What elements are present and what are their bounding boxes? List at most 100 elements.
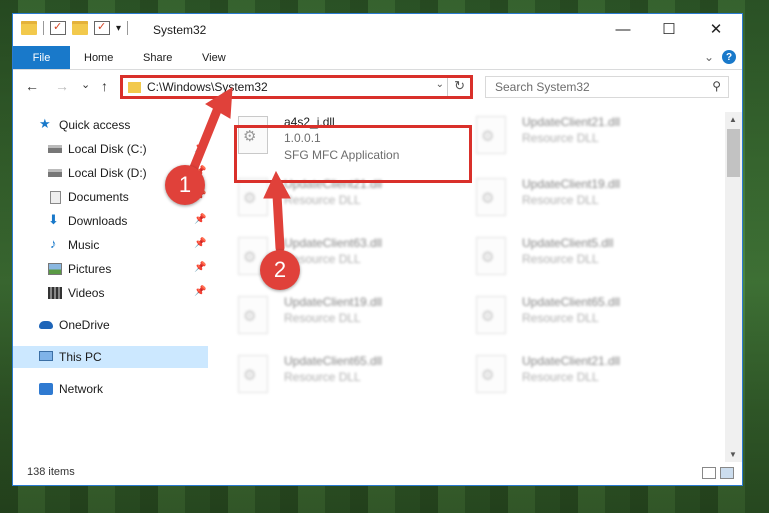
sidebar-item-videos[interactable]: Videos 📌	[13, 282, 208, 304]
scroll-down-icon[interactable]: ▼	[729, 450, 737, 459]
file-name: UpdateClient21.dll	[522, 115, 621, 129]
file-name: UpdateClient5.dll	[522, 236, 614, 250]
back-icon[interactable]: ←	[25, 78, 39, 94]
dll-file-icon	[238, 296, 268, 334]
maximize-button[interactable]: ☐	[646, 14, 692, 44]
file-item[interactable]: UpdateClient5.dll Resource DLL	[472, 233, 697, 289]
ribbon-controls: ⌄ ?	[704, 50, 736, 64]
step-2-badge: 2	[260, 250, 300, 290]
quick-access-toolbar: ▾	[21, 20, 129, 35]
search-input[interactable]: Search System32 ⚲	[485, 76, 729, 98]
navigation-bar: ← → ⌄ ↑ C:\Windows\System32 ⌄ ↻ Search S…	[13, 72, 742, 102]
disk-icon	[48, 169, 62, 177]
search-icon[interactable]: ⚲	[712, 79, 721, 93]
sidebar-item-onedrive[interactable]: OneDrive	[13, 314, 208, 336]
step-1-badge: 1	[165, 165, 205, 205]
expand-ribbon-icon[interactable]: ⌄	[704, 50, 714, 64]
tab-share[interactable]: Share	[143, 46, 172, 69]
documents-icon	[50, 191, 61, 204]
file-item[interactable]: UpdateClient21.dll Resource DLL	[472, 351, 697, 407]
sidebar-item-downloads[interactable]: ⬇ Downloads 📌	[13, 210, 208, 232]
tab-home[interactable]: Home	[84, 46, 113, 69]
file-description: Resource DLL	[284, 311, 361, 325]
sidebar-item-quick-access[interactable]: ★ Quick access	[13, 114, 208, 136]
sidebar-item-this-pc[interactable]: This PC	[13, 346, 208, 368]
file-item[interactable]: UpdateClient19.dll Resource DLL	[472, 174, 697, 230]
sidebar-item-local-disk-c[interactable]: Local Disk (C:) 📌	[13, 138, 208, 160]
tab-file[interactable]: File	[13, 46, 70, 69]
sidebar-item-label: Local Disk (C:)	[68, 142, 147, 156]
scroll-thumb[interactable]	[727, 129, 740, 177]
navigation-pane: ★ Quick access Local Disk (C:) 📌 Local D…	[13, 112, 208, 462]
file-name: UpdateClient65.dll	[284, 354, 383, 368]
dll-file-icon	[476, 237, 506, 275]
refresh-icon[interactable]: ↻	[454, 78, 465, 94]
dll-file-icon	[238, 355, 268, 393]
download-icon: ⬇	[48, 212, 59, 227]
pin-icon[interactable]: 📌	[194, 214, 206, 225]
title-bar: ▾ System32 — ☐ ✕	[13, 14, 742, 46]
file-item[interactable]: UpdateClient19.dll Resource DLL	[234, 292, 459, 348]
window-title: System32	[153, 23, 207, 37]
dll-file-icon	[476, 116, 506, 154]
scroll-up-icon[interactable]: ▲	[729, 115, 737, 124]
file-description: Resource DLL	[522, 131, 599, 145]
sidebar-item-music[interactable]: ♪ Music 📌	[13, 234, 208, 256]
file-description: Resource DLL	[284, 193, 361, 207]
pin-icon[interactable]: 📌	[194, 262, 206, 273]
computer-icon	[39, 351, 53, 361]
file-item[interactable]: UpdateClient65.dll Resource DLL	[234, 351, 459, 407]
pin-icon[interactable]: 📌	[194, 238, 206, 249]
new-folder-icon[interactable]	[72, 21, 88, 35]
large-icons-view-icon[interactable]	[720, 467, 734, 479]
sidebar-item-label: Network	[59, 382, 104, 396]
sidebar-item-network[interactable]: Network	[13, 378, 208, 400]
close-button[interactable]: ✕	[693, 14, 739, 44]
address-bar[interactable]: C:\Windows\System32 ⌄ ↻	[120, 75, 473, 99]
file-highlight-box	[234, 125, 472, 183]
toolbar-divider	[43, 21, 44, 35]
file-name: UpdateClient19.dll	[284, 295, 383, 309]
file-description: Resource DLL	[522, 370, 599, 384]
file-description: Resource DLL	[522, 311, 599, 325]
sidebar-item-label: Pictures	[68, 262, 112, 276]
address-path[interactable]: C:\Windows\System32	[147, 80, 268, 94]
recent-locations-icon[interactable]: ⌄	[81, 78, 90, 91]
sidebar-item-label: Documents	[68, 190, 129, 204]
pictures-icon	[48, 263, 62, 275]
item-count: 138 items	[27, 466, 75, 478]
customize-icon[interactable]	[94, 20, 110, 35]
dll-file-icon	[476, 296, 506, 334]
details-view-icon[interactable]	[702, 467, 716, 479]
network-icon	[39, 383, 53, 395]
file-item[interactable]: UpdateClient21.dll Resource DLL	[472, 112, 697, 168]
file-description: Resource DLL	[522, 193, 599, 207]
help-icon[interactable]: ?	[722, 50, 736, 64]
file-name: UpdateClient21.dll	[522, 354, 621, 368]
file-description: Resource DLL	[522, 252, 599, 266]
music-icon: ♪	[50, 236, 57, 251]
sidebar-item-label: This PC	[59, 350, 102, 364]
vertical-scrollbar[interactable]: ▲ ▼	[725, 112, 742, 462]
cloud-icon	[39, 321, 53, 329]
sidebar-item-label: OneDrive	[59, 318, 110, 332]
file-name: UpdateClient19.dll	[522, 177, 621, 191]
star-icon: ★	[39, 116, 51, 131]
sidebar-item-label: Local Disk (D:)	[68, 166, 147, 180]
ribbon-tabs: File Home Share View ⌄ ?	[13, 46, 742, 70]
up-icon[interactable]: ↑	[101, 78, 108, 94]
file-description: Resource DLL	[284, 370, 361, 384]
sidebar-item-label: Videos	[68, 286, 105, 300]
tab-view[interactable]: View	[202, 46, 226, 69]
sidebar-item-label: Quick access	[59, 118, 131, 132]
file-name: UpdateClient63.dll	[284, 236, 383, 250]
pin-icon[interactable]: 📌	[194, 286, 206, 297]
pin-icon[interactable]: 📌	[194, 142, 206, 153]
file-item[interactable]: UpdateClient65.dll Resource DLL	[472, 292, 697, 348]
sidebar-item-pictures[interactable]: Pictures 📌	[13, 258, 208, 280]
address-dropdown-icon[interactable]: ⌄	[436, 79, 444, 90]
minimize-button[interactable]: —	[600, 14, 646, 44]
qat-dropdown-icon[interactable]: ▾	[116, 23, 121, 34]
properties-icon[interactable]	[50, 20, 66, 35]
forward-icon[interactable]: →	[55, 78, 69, 94]
